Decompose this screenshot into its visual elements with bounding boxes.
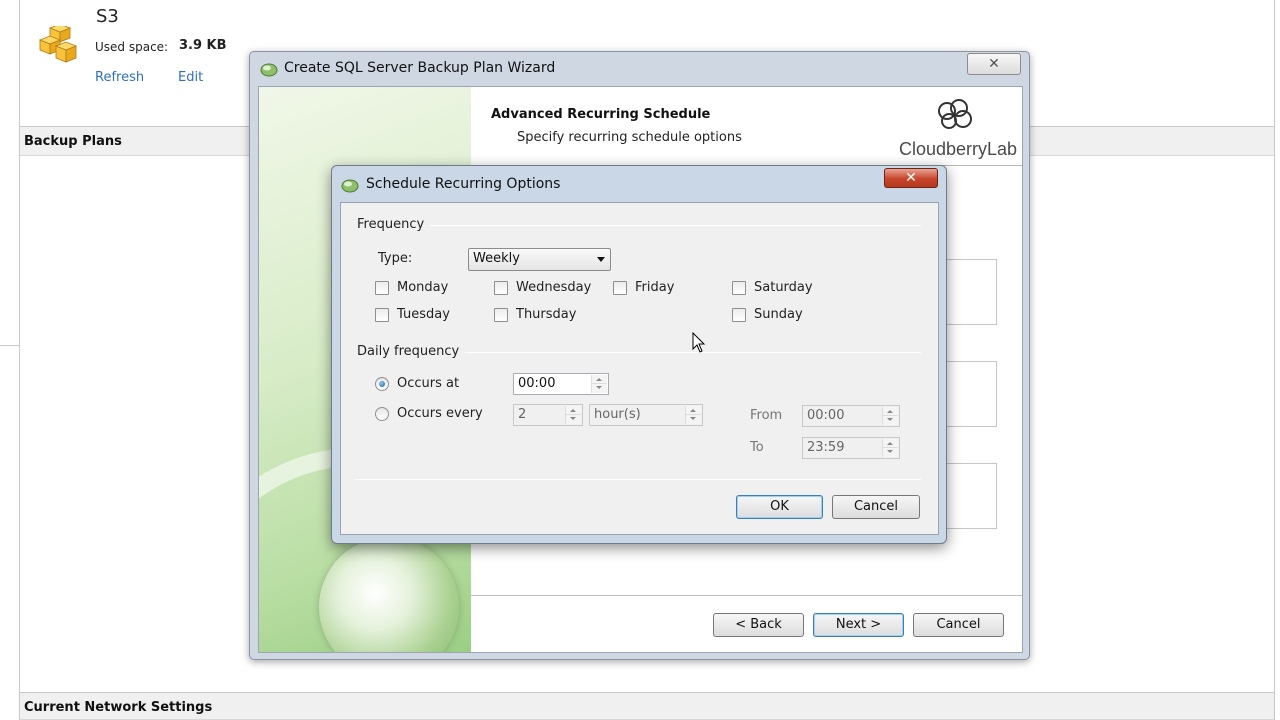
spin-up-icon[interactable] xyxy=(592,375,607,384)
spin-up-icon[interactable] xyxy=(566,406,581,415)
right-panel-edge xyxy=(1274,0,1280,720)
saturday-label: Saturday xyxy=(754,280,813,295)
thursday-checkbox[interactable] xyxy=(494,308,508,322)
occurs-every-spinner[interactable] xyxy=(565,406,581,424)
spin-down-icon[interactable] xyxy=(883,416,898,425)
refresh-link[interactable]: Refresh xyxy=(95,70,144,85)
amazon-s3-icon xyxy=(38,26,78,63)
type-label: Type: xyxy=(378,251,413,266)
spin-up-icon[interactable] xyxy=(883,439,898,448)
spin-down-icon[interactable] xyxy=(592,384,607,393)
occurs-every-label: Occurs every xyxy=(397,406,483,421)
from-time-value: 00:00 xyxy=(807,408,845,423)
occurs-every-interval-input[interactable]: 2 xyxy=(513,404,583,426)
occurs-at-label: Occurs at xyxy=(397,376,460,391)
back-button[interactable]: < Back xyxy=(713,613,804,637)
left-panel-edge xyxy=(0,0,20,720)
ok-button[interactable]: OK xyxy=(736,495,823,519)
spin-up-icon[interactable] xyxy=(883,407,898,416)
spin-down-icon[interactable] xyxy=(686,415,701,424)
storage-title: S3 xyxy=(96,6,119,27)
to-label: To xyxy=(750,440,764,455)
wizard-close-button[interactable]: ✕ xyxy=(967,53,1021,75)
cloudberry-logo-icon xyxy=(938,99,972,129)
occurs-at-time-value: 00:00 xyxy=(518,376,556,391)
schedule-recurring-options-dialog: Schedule Recurring Options ✕ Frequency T… xyxy=(331,165,947,544)
to-time-input[interactable]: 23:59 xyxy=(802,437,900,459)
wizard-cancel-button[interactable]: Cancel xyxy=(913,613,1004,637)
occurs-every-unit-value: hour(s) xyxy=(594,407,641,422)
to-spinner[interactable] xyxy=(882,439,898,457)
network-settings-header: Current Network Settings xyxy=(20,692,1274,720)
wizard-title: Create SQL Server Backup Plan Wizard xyxy=(284,60,556,76)
dialog-bottom-divider xyxy=(355,479,921,480)
next-button[interactable]: Next > xyxy=(813,613,904,637)
edit-link[interactable]: Edit xyxy=(178,70,203,85)
dialog-title: Schedule Recurring Options xyxy=(366,176,561,192)
dialog-close-button[interactable]: ✕ xyxy=(884,168,938,188)
unit-spinner[interactable] xyxy=(685,406,701,424)
wizard-step-title: Advanced Recurring Schedule xyxy=(491,107,711,122)
occurs-at-spinner[interactable] xyxy=(591,375,607,393)
cloudberry-logo-text: CloudberryLab xyxy=(899,139,1018,159)
frequency-group-line xyxy=(421,225,921,226)
cloudberry-app-icon xyxy=(260,63,278,77)
used-space-value: 3.9 KB xyxy=(179,38,227,53)
from-time-input[interactable]: 00:00 xyxy=(802,405,900,427)
occurs-every-radio[interactable] xyxy=(375,407,389,421)
cloudberry-app-icon xyxy=(341,179,359,193)
tuesday-label: Tuesday xyxy=(397,307,450,322)
sunday-label: Sunday xyxy=(754,307,803,322)
chevron-down-icon xyxy=(597,257,605,262)
wednesday-checkbox[interactable] xyxy=(494,281,508,295)
used-space-label: Used space: xyxy=(95,40,169,54)
wednesday-label: Wednesday xyxy=(516,280,592,295)
dialog-body: Frequency Type: Weekly Monday Tuesday We… xyxy=(340,202,939,535)
occurs-at-time-input[interactable]: 00:00 xyxy=(513,373,609,395)
occurs-at-radio[interactable] xyxy=(375,377,389,391)
from-spinner[interactable] xyxy=(882,407,898,425)
daily-frequency-group-label: Daily frequency xyxy=(357,344,466,359)
mouse-pointer-icon xyxy=(692,332,706,353)
wizard-content-box xyxy=(939,361,997,427)
type-select[interactable]: Weekly xyxy=(468,248,611,271)
occurs-every-interval-value: 2 xyxy=(518,407,527,422)
frequency-group-label: Frequency xyxy=(357,217,431,232)
monday-label: Monday xyxy=(397,280,449,295)
type-select-value: Weekly xyxy=(473,251,520,266)
wizard-step-subtitle: Specify recurring schedule options xyxy=(517,130,742,145)
daily-frequency-group-line xyxy=(461,352,921,353)
wizard-footer-divider xyxy=(471,595,1022,596)
saturday-checkbox[interactable] xyxy=(732,281,746,295)
spin-down-icon[interactable] xyxy=(883,448,898,457)
wizard-content-box xyxy=(939,259,997,325)
occurs-every-unit-select[interactable]: hour(s) xyxy=(589,404,703,426)
to-time-value: 23:59 xyxy=(807,440,845,455)
wizard-titlebar[interactable]: Create SQL Server Backup Plan Wizard ✕ xyxy=(250,52,1029,86)
from-label: From xyxy=(750,408,783,423)
thursday-label: Thursday xyxy=(516,307,577,322)
friday-checkbox[interactable] xyxy=(613,281,627,295)
spin-down-icon[interactable] xyxy=(566,415,581,424)
friday-label: Friday xyxy=(635,280,675,295)
left-panel-divider xyxy=(0,345,20,346)
tuesday-checkbox[interactable] xyxy=(375,308,389,322)
spin-up-icon[interactable] xyxy=(686,406,701,415)
monday-checkbox[interactable] xyxy=(375,281,389,295)
sunday-checkbox[interactable] xyxy=(732,308,746,322)
wizard-content-box xyxy=(939,463,997,529)
dialog-cancel-button[interactable]: Cancel xyxy=(832,495,920,519)
